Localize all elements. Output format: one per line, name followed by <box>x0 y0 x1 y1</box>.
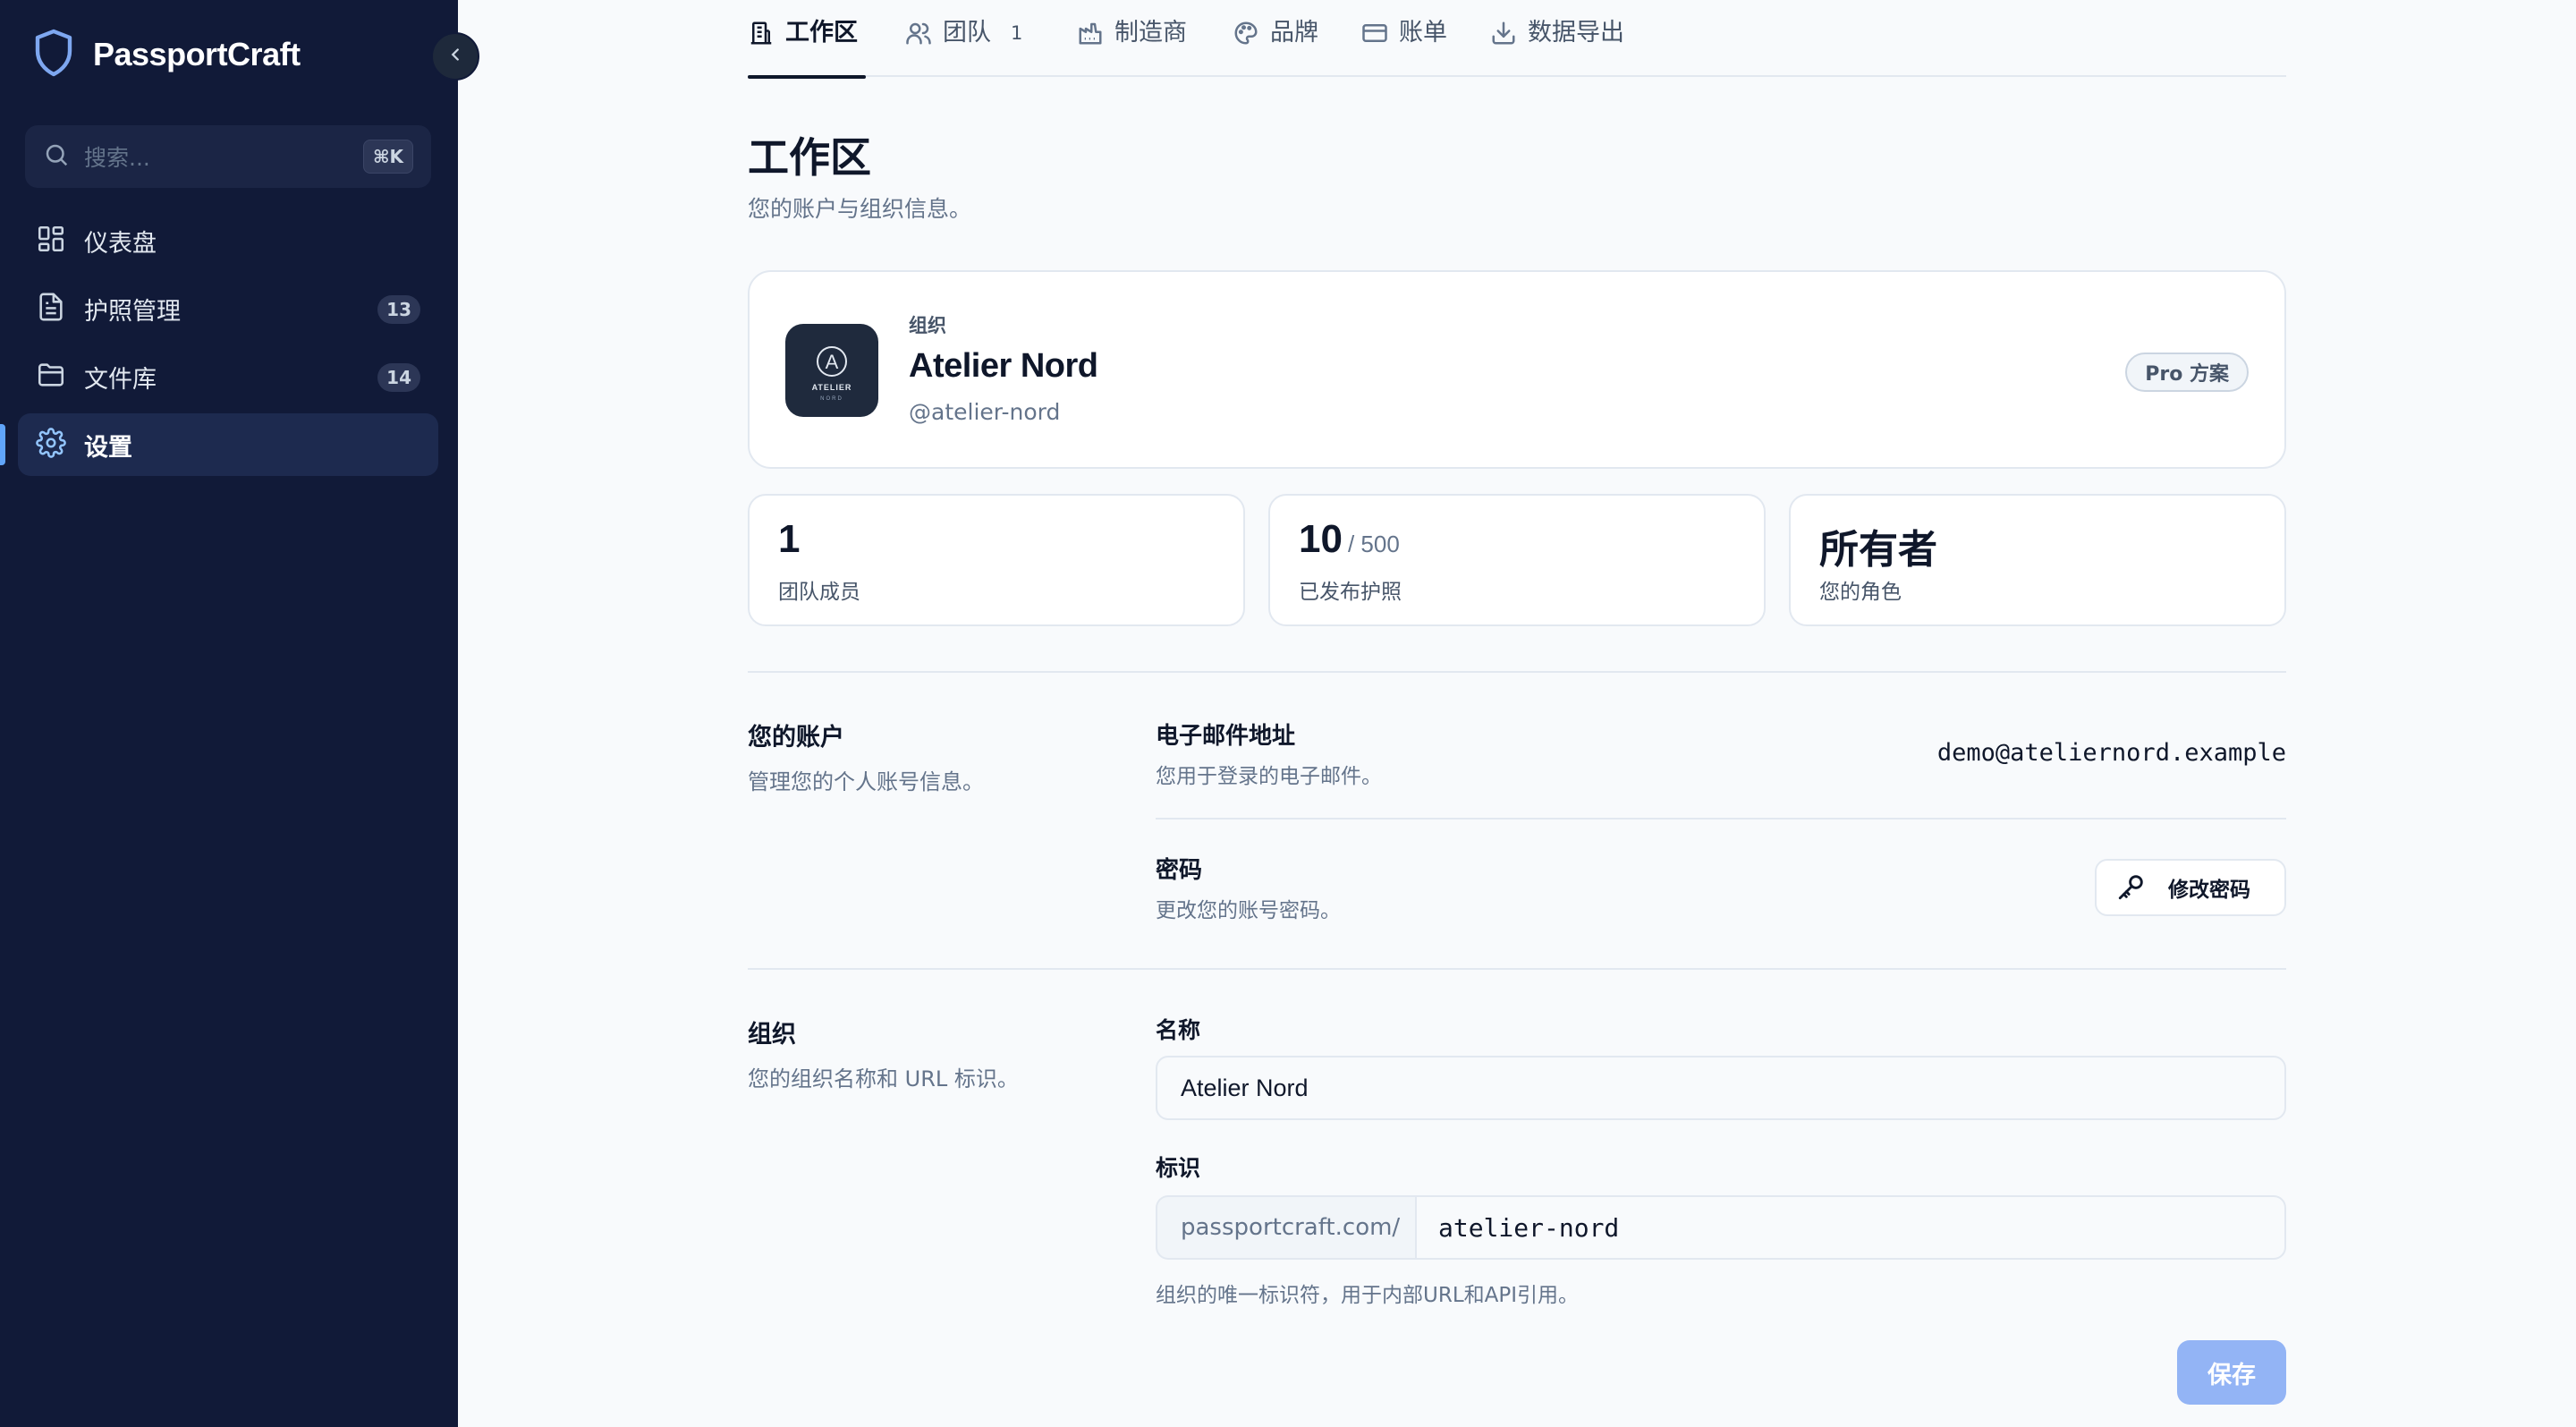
chevron-left-icon <box>445 45 465 68</box>
organization-kicker: 组织 <box>909 315 946 336</box>
search-shortcut-badge: ⌘K <box>362 140 413 174</box>
plan-badge: Pro 方案 <box>2125 353 2249 392</box>
folder-icon <box>36 360 66 394</box>
tab-manufacturers[interactable]: 制造商 <box>1077 16 1187 77</box>
count-badge: 13 <box>377 295 420 324</box>
shield-logo-icon <box>32 27 75 82</box>
account-section-desc: 管理您的个人账号信息。 <box>748 769 984 794</box>
password-field-title: 密码 <box>1156 857 1203 884</box>
organization-section-title: 组织 <box>748 1021 796 1049</box>
tab-billing[interactable]: 账单 <box>1361 16 1447 77</box>
field-divider <box>1156 818 2286 820</box>
stat-value: 1 <box>778 517 801 561</box>
sidebar-item-label: 仪表盘 <box>84 229 157 258</box>
email-field-desc: 您用于登录的电子邮件。 <box>1156 765 1382 788</box>
gear-icon <box>36 428 66 462</box>
sidebar-item-passports[interactable]: 护照管理 13 <box>18 277 438 340</box>
tab-count-badge: 1 <box>1011 22 1023 44</box>
stat-card-published-passports: 10/ 500 已发布护照 <box>1268 494 1766 626</box>
tab-label: 数据导出 <box>1528 19 1624 47</box>
save-button[interactable]: 保存 <box>2177 1340 2286 1405</box>
section-divider <box>748 968 2286 970</box>
stat-value: 所有者 <box>1819 528 1937 572</box>
organization-name: Atelier Nord <box>909 347 1098 385</box>
logo-subwordmark: NORD <box>820 396 843 402</box>
collapse-sidebar-button[interactable] <box>431 32 479 81</box>
tab-data-export[interactable]: 数据导出 <box>1490 16 1624 77</box>
document-icon <box>36 292 66 326</box>
sidebar-item-dashboard[interactable]: 仪表盘 <box>18 209 438 272</box>
palette-icon <box>1233 16 1259 50</box>
name-field-label: 名称 <box>1156 1017 1201 1043</box>
tab-label: 制造商 <box>1114 19 1187 47</box>
stat-label: 团队成员 <box>778 581 860 604</box>
building-icon <box>748 16 775 50</box>
factory-icon <box>1077 16 1104 50</box>
key-icon <box>2116 871 2147 905</box>
app-name: PassportCraft <box>93 36 301 72</box>
slug-url-prefix: passportcraft.com/ <box>1156 1195 1415 1260</box>
organization-card: A ATELIER NORD 组织 Atelier Nord @atelier-… <box>748 270 2286 469</box>
page-subtitle: 您的账户与组织信息。 <box>748 196 972 222</box>
brand[interactable]: PassportCraft <box>32 27 301 82</box>
settings-tabs: 工作区 团队 1 制造商 品牌 账单 数据导出 <box>748 0 2286 79</box>
organization-logo: A ATELIER NORD <box>785 324 878 417</box>
organization-handle: @atelier-nord <box>909 399 1061 425</box>
tab-workspace[interactable]: 工作区 <box>748 16 866 79</box>
organization-section-desc: 您的组织名称和 URL 标识。 <box>748 1066 1019 1091</box>
sidebar: PassportCraft 搜索... ⌘K 仪表盘 护照管理 13 文件库 1… <box>0 0 458 1427</box>
dashboard-icon <box>36 224 66 258</box>
section-divider <box>748 671 2286 673</box>
search-placeholder: 搜索... <box>84 145 150 171</box>
stat-card-your-role: 所有者 您的角色 <box>1789 494 2286 626</box>
stat-card-team-members: 1 团队成员 <box>748 494 1245 626</box>
logo-wordmark: ATELIER <box>812 383 852 392</box>
credit-card-icon <box>1361 16 1388 50</box>
search-box[interactable]: 搜索... ⌘K <box>25 125 431 188</box>
change-password-button[interactable]: 修改密码 <box>2095 859 2286 916</box>
users-icon <box>905 16 932 50</box>
tab-brand[interactable]: 品牌 <box>1233 16 1318 77</box>
tab-label: 工作区 <box>785 19 858 47</box>
slug-field-label: 标识 <box>1156 1155 1201 1181</box>
slug-hint: 组织的唯一标识符，用于内部URL和API引用。 <box>1156 1284 1580 1307</box>
sidebar-item-label: 设置 <box>84 433 132 462</box>
sidebar-item-label: 护照管理 <box>84 297 181 326</box>
change-password-label: 修改密码 <box>2168 878 2250 901</box>
search-icon <box>43 141 70 172</box>
sidebar-item-settings[interactable]: 设置 <box>0 413 438 476</box>
tab-label: 品牌 <box>1270 19 1318 47</box>
stat-label: 已发布护照 <box>1299 581 1402 604</box>
stat-limit: / 500 <box>1347 531 1400 557</box>
email-value: demo@ateliernord.example <box>1936 739 2286 767</box>
sidebar-item-label: 文件库 <box>84 365 157 394</box>
count-badge: 14 <box>377 363 420 392</box>
page-title: 工作区 <box>748 133 871 182</box>
slug-input[interactable] <box>1415 1195 2286 1260</box>
account-section-title: 您的账户 <box>748 724 844 752</box>
email-field-title: 电子邮件地址 <box>1156 723 1296 750</box>
stat-value: 10/ 500 <box>1299 517 1400 561</box>
stat-label: 您的角色 <box>1819 581 1902 604</box>
organization-name-input[interactable] <box>1156 1056 2286 1120</box>
tab-label: 账单 <box>1399 19 1447 47</box>
logo-letter: A <box>826 351 839 373</box>
tab-label: 团队 <box>943 19 991 47</box>
tab-team[interactable]: 团队 1 <box>905 16 1022 77</box>
password-field-desc: 更改您的账号密码。 <box>1156 899 1341 922</box>
download-icon <box>1490 16 1517 50</box>
sidebar-item-files[interactable]: 文件库 14 <box>18 345 438 408</box>
